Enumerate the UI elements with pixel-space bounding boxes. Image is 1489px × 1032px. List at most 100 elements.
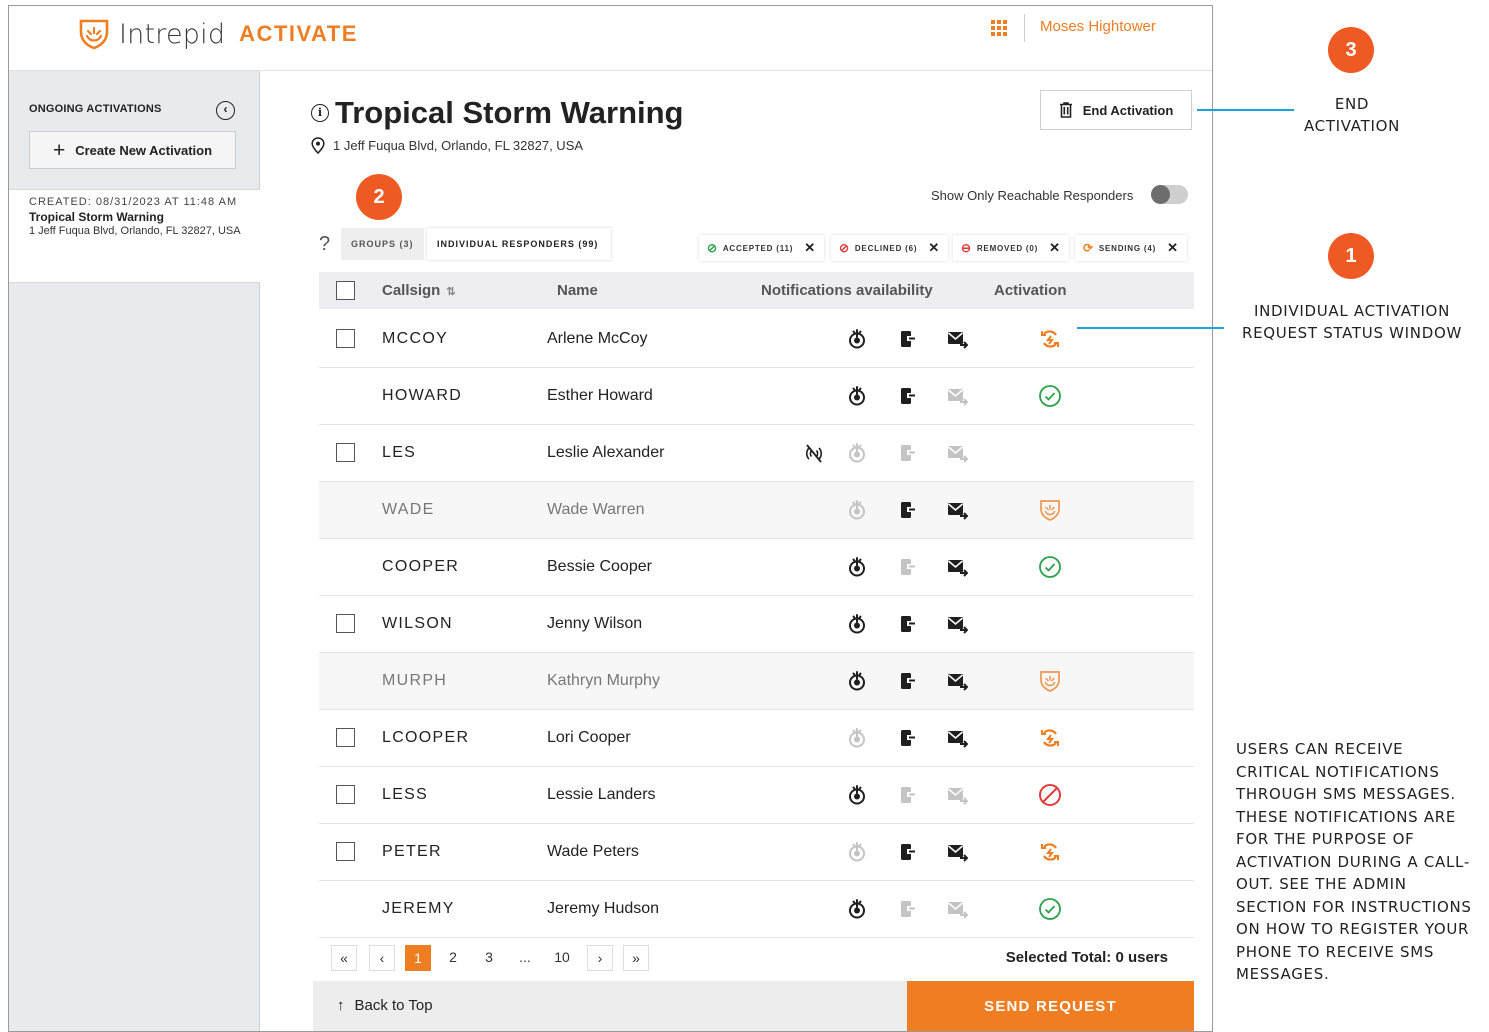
table-row[interactable]: HOWARD Esther Howard bbox=[319, 368, 1194, 425]
create-new-activation-button[interactable]: + Create New Activation bbox=[29, 131, 236, 169]
phone-icon bbox=[901, 616, 915, 632]
close-icon[interactable]: ✕ bbox=[1049, 240, 1061, 256]
end-activation-button[interactable]: End Activation bbox=[1040, 90, 1192, 130]
filter-chip-accepted[interactable]: ⊘ ACCEPTED (11) ✕ bbox=[699, 235, 824, 261]
row-checkbox[interactable] bbox=[336, 614, 355, 633]
collapse-sidebar-icon[interactable]: ‹ bbox=[216, 101, 235, 120]
activation-card[interactable]: CREATED: 08/31/2023 AT 11:48 AM Tropical… bbox=[9, 189, 260, 283]
help-icon[interactable]: ? bbox=[319, 233, 330, 256]
shield-status-icon[interactable] bbox=[1038, 669, 1062, 693]
phone-icon bbox=[901, 787, 915, 803]
callsign-cell: JEREMY bbox=[382, 900, 455, 917]
table-row[interactable]: MCCOY Arlene McCoy bbox=[319, 311, 1194, 368]
table-row[interactable]: JEREMY Jeremy Hudson bbox=[319, 881, 1194, 938]
name-cell: Jenny Wilson bbox=[547, 615, 643, 632]
user-menu[interactable]: Moses Hightower bbox=[1040, 18, 1156, 35]
sending-status-icon[interactable] bbox=[1038, 726, 1062, 750]
callsign-cell: WILSON bbox=[382, 615, 453, 632]
sidebar: ONGOING ACTIVATIONS ‹ + Create New Activ… bbox=[9, 71, 260, 1031]
table-row[interactable]: LESS Lessie Landers bbox=[319, 767, 1194, 824]
pagination-ellipsis: ... bbox=[512, 945, 538, 971]
shield-logo-icon bbox=[79, 19, 109, 50]
callsign-cell: WADE bbox=[382, 501, 435, 518]
declined-status-icon[interactable] bbox=[1038, 783, 1062, 807]
shield-status-icon[interactable] bbox=[1038, 498, 1062, 522]
accepted-status-icon[interactable] bbox=[1038, 555, 1062, 579]
name-cell: Arlene McCoy bbox=[547, 330, 648, 347]
filter-chip-removed[interactable]: ⊖ REMOVED (0) ✕ bbox=[953, 235, 1069, 261]
callsign-cell: LES bbox=[382, 444, 417, 461]
push-notification-icon bbox=[849, 614, 865, 634]
logo[interactable]: Intrepid ACTIVATE bbox=[79, 18, 358, 50]
annotation-line-1 bbox=[1077, 327, 1224, 329]
sms-mail-icon bbox=[947, 617, 968, 634]
arrow-up-icon: ↑ bbox=[337, 997, 345, 1014]
filter-chip-declined[interactable]: ⊘ DECLINED (6) ✕ bbox=[831, 235, 949, 261]
back-to-top-link[interactable]: ↑ Back to Top bbox=[337, 997, 433, 1014]
sms-mail-icon bbox=[947, 731, 968, 748]
column-notifications: Notifications availability bbox=[761, 282, 933, 299]
table-row[interactable]: COOPER Bessie Cooper bbox=[319, 539, 1194, 596]
page-button-10[interactable]: 10 bbox=[549, 945, 575, 971]
row-checkbox[interactable] bbox=[336, 842, 355, 861]
send-request-button[interactable]: SEND REQUEST bbox=[907, 981, 1194, 1031]
removed-icon: ⊖ bbox=[961, 241, 972, 255]
footer-bar: ↑ Back to Top SEND REQUEST bbox=[313, 981, 1194, 1031]
callsign-cell: COOPER bbox=[382, 558, 460, 575]
app-grid-icon[interactable] bbox=[991, 20, 1007, 36]
column-callsign[interactable]: Callsign ⇅ bbox=[382, 282, 456, 299]
select-all-checkbox[interactable] bbox=[336, 281, 355, 300]
responder-table: MCCOY Arlene McCoy HOWARD Esther Howard LES L… bbox=[319, 311, 1194, 938]
page-button-1[interactable]: 1 bbox=[405, 945, 431, 971]
close-icon[interactable]: ✕ bbox=[1167, 240, 1179, 256]
phone-icon bbox=[901, 502, 915, 518]
table-row[interactable]: MURPH Kathryn Murphy bbox=[319, 653, 1194, 710]
close-icon[interactable]: ✕ bbox=[928, 240, 940, 256]
tab-groups[interactable]: GROUPS (3) bbox=[341, 228, 424, 260]
row-checkbox[interactable] bbox=[336, 443, 355, 462]
row-checkbox[interactable] bbox=[336, 329, 355, 348]
info-icon[interactable]: i bbox=[311, 104, 329, 122]
row-checkbox[interactable] bbox=[336, 728, 355, 747]
page-button-3[interactable]: 3 bbox=[476, 945, 502, 971]
table-header: Callsign ⇅ Name Notifications availabilit… bbox=[319, 272, 1194, 309]
last-page-button[interactable]: » bbox=[623, 945, 649, 971]
sort-icon[interactable]: ⇅ bbox=[446, 286, 455, 298]
accepted-status-icon[interactable] bbox=[1038, 897, 1062, 921]
push-notification-icon bbox=[849, 329, 865, 349]
app-window: Intrepid ACTIVATE Moses Hightower ONGOIN… bbox=[8, 5, 1213, 1032]
name-cell: Bessie Cooper bbox=[547, 558, 652, 575]
table-row[interactable]: LES Leslie Alexander bbox=[319, 425, 1194, 482]
push-notification-icon bbox=[849, 899, 865, 919]
check-circle-icon: ⊘ bbox=[707, 241, 718, 255]
activation-card-address: 1 Jeff Fuqua Blvd, Orlando, FL 32827, US… bbox=[29, 225, 241, 237]
phone-icon bbox=[901, 445, 915, 461]
name-cell: Leslie Alexander bbox=[547, 444, 665, 461]
filter-chip-sending[interactable]: ⟳ SENDING (4) ✕ bbox=[1075, 235, 1187, 261]
location-pin-icon bbox=[311, 137, 325, 154]
row-checkbox[interactable] bbox=[336, 785, 355, 804]
callsign-cell: HOWARD bbox=[382, 387, 463, 404]
column-callsign-label: Callsign bbox=[382, 282, 441, 299]
prev-page-button[interactable]: ‹ bbox=[369, 945, 395, 971]
tab-individual-responders[interactable]: INDIVIDUAL RESPONDERS (99) bbox=[427, 228, 611, 260]
main-panel: i Tropical Storm Warning 1 Jeff Fuqua Bl… bbox=[261, 71, 1212, 1031]
first-page-button[interactable]: « bbox=[331, 945, 357, 971]
callout-badge-2: 2 bbox=[356, 174, 402, 220]
accepted-status-icon[interactable] bbox=[1038, 384, 1062, 408]
page-button-2[interactable]: 2 bbox=[440, 945, 466, 971]
logo-accent-text: ACTIVATE bbox=[239, 21, 358, 46]
declined-icon: ⊘ bbox=[839, 241, 850, 255]
table-row[interactable]: WILSON Jenny Wilson bbox=[319, 596, 1194, 653]
reachable-responders-toggle[interactable] bbox=[1151, 185, 1188, 204]
sending-status-icon[interactable] bbox=[1038, 327, 1062, 351]
sending-icon: ⟳ bbox=[1083, 241, 1094, 255]
next-page-button[interactable]: › bbox=[587, 945, 613, 971]
activation-created-date: CREATED: 08/31/2023 AT 11:48 AM bbox=[29, 196, 238, 208]
sending-status-icon[interactable] bbox=[1038, 840, 1062, 864]
close-icon[interactable]: ✕ bbox=[804, 240, 816, 256]
table-row[interactable]: PETER Wade Peters bbox=[319, 824, 1194, 881]
table-row[interactable]: LCOOPER Lori Cooper bbox=[319, 710, 1194, 767]
table-row[interactable]: WADE Wade Warren bbox=[319, 482, 1194, 539]
end-activation-label: End Activation bbox=[1082, 102, 1174, 118]
